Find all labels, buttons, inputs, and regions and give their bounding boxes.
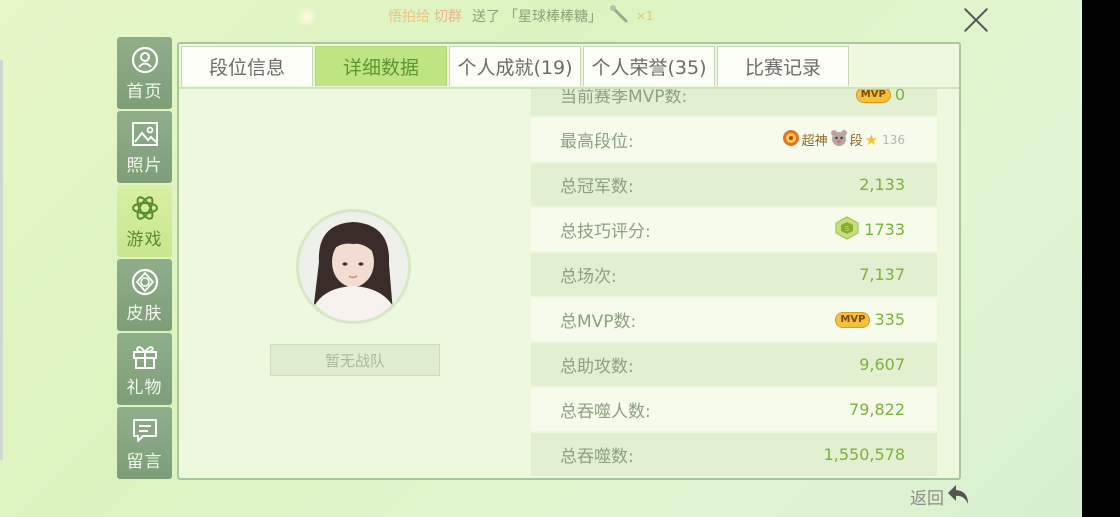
team-button[interactable]: 暂无战队 — [270, 344, 440, 376]
photo-icon — [130, 119, 160, 149]
rank-stars: 136 — [882, 132, 905, 147]
svg-text:S: S — [845, 225, 850, 233]
stat-row-skill: 总技巧评分: S 1733 — [531, 208, 937, 251]
stat-row-games: 总场次: 7,137 — [531, 253, 937, 296]
stat-value: 7,137 — [859, 265, 905, 284]
stat-label: 总助攻数: — [560, 357, 634, 377]
stat-value: 2,133 — [859, 175, 905, 194]
stat-label: 总场次: — [560, 267, 617, 287]
stats-list: 当前赛季MVP数: MVP 0 最高段位: 超神 段 ★ 136 总冠军数: 2… — [531, 89, 937, 478]
ticker-item: 「星球棒棒糖」 — [504, 9, 602, 25]
stat-label: 总技巧评分: — [560, 222, 651, 242]
mvp-badge-icon: MVP — [855, 89, 891, 103]
tab-rank-info[interactable]: 段位信息 — [181, 46, 313, 86]
skill-badge-icon: S — [834, 215, 860, 244]
ticker-glow — [296, 6, 318, 28]
stat-row-total-eaten: 总吞噬数: 1,550,578 — [531, 433, 937, 476]
stat-label: 总吞噬人数: — [560, 402, 651, 422]
stat-label: 最高段位: — [560, 132, 634, 152]
rank-value: 超神 段 ★ 136 — [782, 129, 905, 151]
stat-value: S 1733 — [834, 215, 905, 244]
stat-label: 总吞噬数: — [560, 447, 634, 467]
diamond-icon — [130, 267, 160, 297]
rank-name-a: 超神 — [801, 134, 828, 149]
sidebar-item-skins[interactable]: 皮肤 — [117, 259, 172, 331]
user-circle-icon — [130, 45, 160, 75]
rank-emblem-icon — [782, 129, 800, 151]
stat-row-assists: 总助攻数: 9,607 — [531, 343, 937, 386]
sidebar: 首页 照片 游戏 皮肤 礼物 留言 — [117, 37, 172, 481]
sidebar-item-label: 留言 — [126, 451, 163, 472]
back-arrow-icon — [946, 482, 972, 510]
stat-label: 当前赛季MVP数: — [560, 89, 688, 107]
tab-match-history[interactable]: 比赛记录 — [717, 46, 849, 86]
mvp-badge-icon: MVP — [835, 311, 871, 328]
stat-value: 1,550,578 — [823, 445, 905, 464]
tab-achievements[interactable]: 个人成就(19) — [449, 46, 581, 86]
sidebar-item-photos[interactable]: 照片 — [117, 111, 172, 183]
right-edge-strip — [1082, 0, 1120, 517]
stat-label: 总冠军数: — [560, 177, 634, 197]
rank-face-icon — [830, 129, 848, 151]
profile-panel: 段位信息 详细数据 个人成就(19) 个人荣誉(35) 比赛记录 暂无战队 当前… — [177, 42, 961, 480]
avatar[interactable] — [296, 209, 411, 324]
sidebar-item-home[interactable]: 首页 — [117, 37, 172, 109]
stat-value: MVP 0 — [855, 89, 905, 104]
gift-icon — [130, 341, 160, 371]
stat-value: 79,822 — [849, 400, 905, 419]
ticker-action: 送了 — [472, 9, 500, 25]
sidebar-item-game[interactable]: 游戏 — [117, 185, 172, 257]
gift-ticker: 悟拍给 切群 送了 「星球棒棒糖」 ×1 — [388, 4, 654, 28]
sidebar-item-gifts[interactable]: 礼物 — [117, 333, 172, 405]
sidebar-item-label: 皮肤 — [126, 303, 163, 324]
stat-number: 1733 — [864, 220, 905, 239]
stat-row-season-mvp: 当前赛季MVP数: MVP 0 — [531, 89, 937, 116]
stat-row-players-eaten: 总吞噬人数: 79,822 — [531, 388, 937, 431]
stat-number: 335 — [874, 310, 905, 329]
stat-row-champions: 总冠军数: 2,133 — [531, 163, 937, 206]
left-edge-line — [0, 60, 3, 460]
stat-number: 0 — [894, 89, 905, 104]
sidebar-item-label: 礼物 — [126, 377, 163, 398]
back-button[interactable]: 返回 — [910, 482, 972, 510]
stat-label: 总MVP数: — [560, 312, 637, 332]
atom-icon — [130, 193, 160, 223]
stat-value: MVP 335 — [835, 310, 905, 329]
stat-value: 9,607 — [859, 355, 905, 374]
sidebar-item-label: 照片 — [126, 155, 163, 176]
back-label: 返回 — [910, 488, 944, 509]
stat-row-highest-rank: 最高段位: 超神 段 ★ 136 — [531, 118, 937, 161]
tab-detailed-data[interactable]: 详细数据 — [315, 46, 447, 86]
stat-row-mvp: 总MVP数: MVP 335 — [531, 298, 937, 341]
tab-honors[interactable]: 个人荣誉(35) — [583, 46, 715, 86]
close-button[interactable] — [960, 4, 992, 36]
sidebar-item-messages[interactable]: 留言 — [117, 407, 172, 479]
sidebar-item-label: 首页 — [126, 81, 163, 102]
ticker-count: ×1 — [636, 9, 654, 23]
lollipop-icon — [608, 4, 630, 28]
ticker-sender: 悟拍给 — [388, 9, 430, 25]
message-icon — [130, 415, 160, 445]
rank-name-b: 段 — [849, 134, 863, 149]
ticker-recipient: 切群 — [434, 9, 462, 25]
tab-bar: 段位信息 详细数据 个人成就(19) 个人荣誉(35) 比赛记录 — [179, 44, 849, 87]
star-icon: ★ — [864, 130, 879, 149]
sidebar-item-label: 游戏 — [126, 229, 163, 250]
